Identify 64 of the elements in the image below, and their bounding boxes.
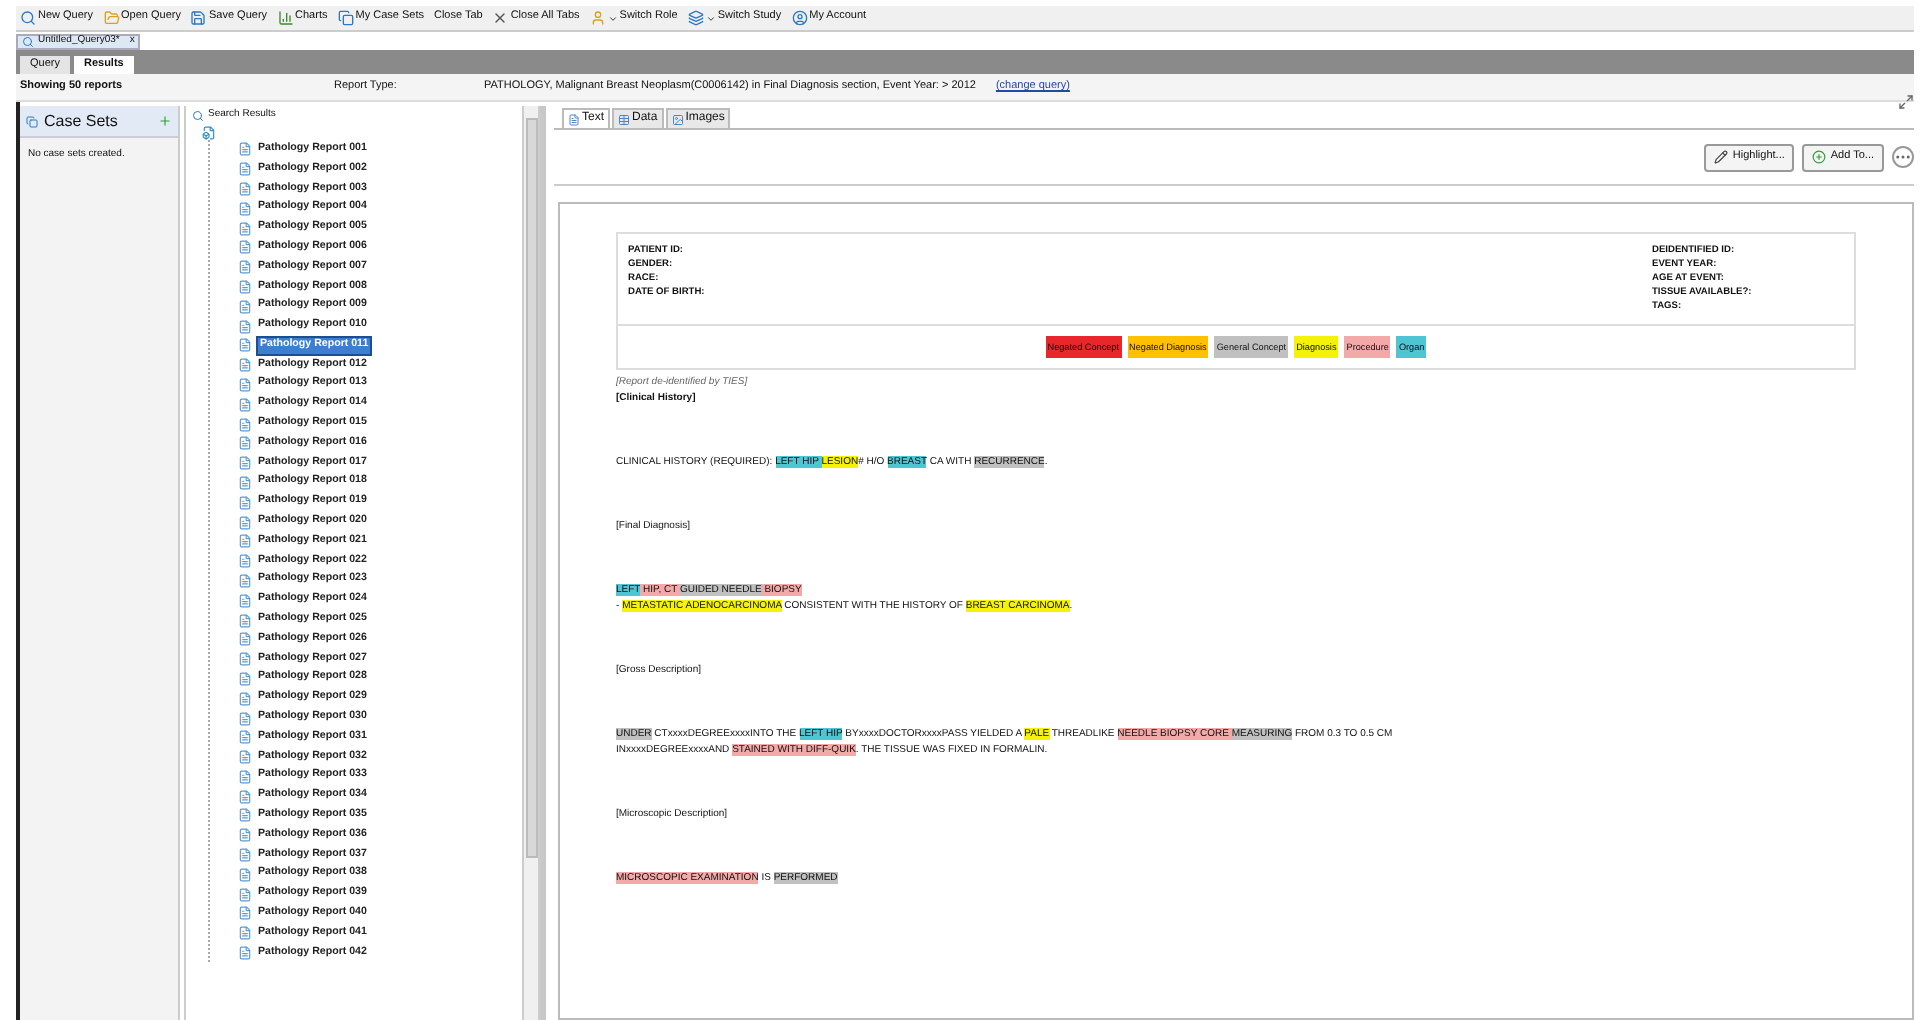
report-icon: [238, 475, 252, 490]
report-icon: [238, 221, 252, 236]
panel-title: Case Sets: [44, 109, 120, 133]
report-icon: [238, 711, 252, 725]
report-icon: [238, 730, 252, 745]
report-icon: [238, 417, 252, 432]
report-icon: [238, 515, 252, 530]
report-icon: [238, 652, 252, 667]
report-icon: [238, 613, 252, 628]
report-icon: [238, 926, 252, 941]
report-icon: [238, 848, 252, 863]
more-icon[interactable]: [1892, 146, 1914, 168]
report-icon: [238, 906, 252, 921]
report-icon: [238, 201, 252, 216]
report-icon: [238, 632, 252, 647]
copy-icon: [337, 10, 354, 26]
report-icon: [238, 554, 252, 569]
search-icon: [22, 36, 34, 48]
search-icon: [192, 110, 204, 122]
report-icon: [238, 377, 252, 392]
report-icon: [238, 260, 252, 275]
report-icon: [238, 495, 252, 510]
report-icon: [238, 319, 252, 334]
maximize-icon[interactable]: [1898, 94, 1914, 110]
report-icon: [238, 142, 252, 157]
report-icon: [238, 789, 252, 804]
report-icon: [238, 828, 252, 843]
report-icon: [238, 299, 252, 314]
report-icon: [238, 456, 252, 471]
report-icon: [238, 397, 252, 412]
add-icon: [1812, 150, 1827, 164]
report-icon: [238, 338, 252, 353]
image-icon: [671, 113, 684, 125]
report-icon: [238, 671, 252, 686]
report-icon: [238, 750, 252, 765]
user-icon: [589, 10, 606, 26]
account-icon: [791, 10, 808, 26]
report-icon: [238, 573, 252, 588]
report-icon: [238, 867, 252, 882]
report-icon: [238, 534, 252, 549]
report-icon: [238, 808, 252, 823]
report-icon: [238, 436, 252, 451]
caret-icon: [705, 13, 716, 23]
report-icon: [238, 769, 252, 784]
report-icon: [238, 691, 252, 706]
report-icon: [238, 358, 252, 373]
search-icon: [20, 10, 36, 26]
report-icon: [238, 946, 252, 961]
pencil-icon: [1714, 150, 1729, 164]
copy-icon: [26, 115, 38, 127]
report-icon: [238, 887, 252, 902]
caret-icon: [607, 13, 618, 23]
save-icon: [190, 10, 207, 26]
report-icon: [238, 240, 252, 255]
layers-icon: [687, 10, 704, 26]
close-icon: [492, 10, 509, 26]
report-icon: [238, 279, 252, 294]
report-icon: [238, 181, 252, 196]
report-icon: [238, 162, 252, 177]
report-icon: [238, 593, 252, 608]
scrollbar[interactable]: [522, 106, 538, 1020]
document-icon: [568, 113, 580, 125]
table-icon: [618, 113, 631, 125]
bar-chart-icon: [277, 10, 294, 26]
